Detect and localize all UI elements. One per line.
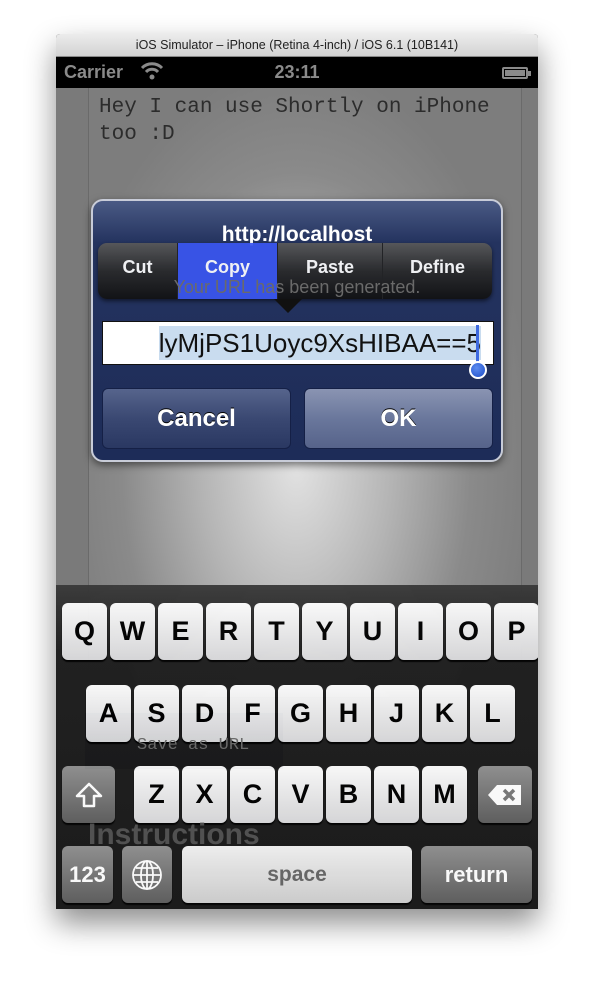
key-d[interactable]: D — [182, 685, 227, 742]
space-key[interactable]: space — [182, 846, 412, 903]
numbers-key[interactable]: 123 — [62, 846, 113, 903]
globe-key[interactable] — [122, 846, 172, 903]
selected-text: lyMjPS1Uoyc9XsHIBAA==5 — [158, 326, 481, 360]
key-o[interactable]: O — [446, 603, 491, 660]
app-screen: Hey I can use Shortly on iPhone too :D S… — [56, 88, 538, 909]
status-bar: Carrier 23:11 — [56, 57, 538, 88]
save-as-url-label: Save as URL — [137, 736, 250, 755]
key-i[interactable]: I — [398, 603, 443, 660]
return-key[interactable]: return — [421, 846, 532, 903]
key-j[interactable]: J — [374, 685, 419, 742]
key-e[interactable]: E — [158, 603, 203, 660]
key-h[interactable]: H — [326, 685, 371, 742]
key-n[interactable]: N — [374, 766, 419, 823]
key-x[interactable]: X — [182, 766, 227, 823]
key-v[interactable]: V — [278, 766, 323, 823]
key-b[interactable]: B — [326, 766, 371, 823]
key-w[interactable]: W — [110, 603, 155, 660]
key-r[interactable]: R — [206, 603, 251, 660]
selection-handle[interactable] — [469, 361, 487, 379]
cancel-button[interactable]: Cancel — [102, 388, 291, 449]
clock: 23:11 — [274, 62, 320, 82]
key-z[interactable]: Z — [134, 766, 179, 823]
globe-icon — [132, 859, 162, 890]
alert-dialog: http://localhost Cut Copy Paste Define Y… — [91, 199, 503, 462]
key-k[interactable]: K — [422, 685, 467, 742]
shift-key[interactable] — [62, 766, 115, 823]
selection-handle-bar — [476, 325, 479, 363]
key-p[interactable]: P — [494, 603, 538, 660]
key-u[interactable]: U — [350, 603, 395, 660]
key-l[interactable]: L — [470, 685, 515, 742]
key-t[interactable]: T — [254, 603, 299, 660]
key-q[interactable]: Q — [62, 603, 107, 660]
key-c[interactable]: C — [230, 766, 275, 823]
instructions-heading: Instructions — [88, 818, 260, 851]
key-f[interactable]: F — [230, 685, 275, 742]
alert-message: Your URL has been generated. — [173, 277, 421, 297]
battery-icon — [502, 67, 531, 79]
key-g[interactable]: G — [278, 685, 323, 742]
key-y[interactable]: Y — [302, 603, 347, 660]
menu-arrow — [274, 299, 302, 313]
key-m[interactable]: M — [422, 766, 467, 823]
window-title: iOS Simulator – iPhone (Retina 4-inch) /… — [56, 34, 538, 57]
keyboard: 123 space return QWERTYUIOP ASDFGHJKL ZXCV… — [56, 585, 538, 909]
url-field[interactable]: lyMjPS1Uoyc9XsHIBAA==5 — [102, 321, 494, 365]
delete-key[interactable] — [478, 766, 532, 823]
key-s[interactable]: S — [134, 685, 179, 742]
key-a[interactable]: A — [86, 685, 131, 742]
simulator-window: iOS Simulator – iPhone (Retina 4-inch) /… — [56, 34, 538, 909]
ok-button[interactable]: OK — [304, 388, 493, 449]
